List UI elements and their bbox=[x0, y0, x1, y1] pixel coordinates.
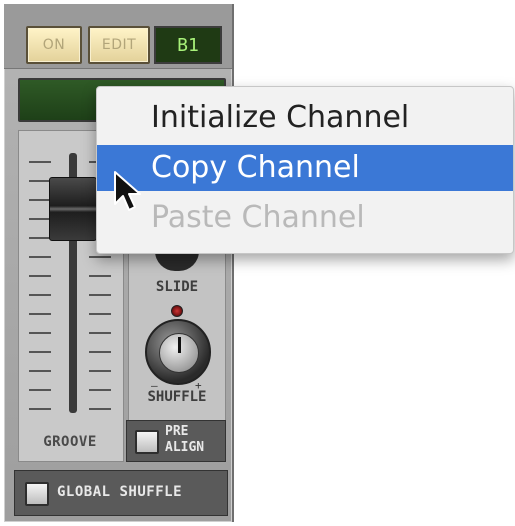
on-button[interactable]: ON bbox=[26, 26, 82, 64]
fader-tick bbox=[29, 294, 51, 296]
fader-tick bbox=[29, 237, 51, 239]
global-shuffle-toggle[interactable]: GLOBAL SHUFFLE bbox=[14, 470, 228, 516]
fader-tick bbox=[29, 218, 51, 220]
fader-tick bbox=[89, 351, 111, 353]
menu-item-copy-channel[interactable]: Copy Channel bbox=[97, 145, 513, 191]
fader-tick bbox=[29, 199, 51, 201]
fader-tick bbox=[29, 370, 51, 372]
fader-tick bbox=[89, 294, 111, 296]
pre-align-label: PRE ALIGN bbox=[165, 424, 205, 455]
shuffle-label: SHUFFLE bbox=[147, 389, 207, 405]
fader-tick bbox=[29, 180, 51, 182]
mouse-pointer-icon bbox=[114, 171, 141, 211]
knob-pointer bbox=[178, 337, 181, 353]
fader-tick bbox=[29, 161, 51, 163]
pre-align-checkbox[interactable] bbox=[135, 430, 159, 454]
fader-tick bbox=[89, 313, 111, 315]
fader-tick bbox=[29, 332, 51, 334]
edit-button[interactable]: EDIT bbox=[88, 26, 150, 64]
fader-tick bbox=[89, 408, 111, 410]
groove-label: GROOVE bbox=[43, 434, 97, 450]
fader-tick bbox=[29, 313, 51, 315]
groove-fader-handle[interactable] bbox=[49, 177, 97, 241]
fader-tick bbox=[29, 408, 51, 410]
global-shuffle-label: GLOBAL SHUFFLE bbox=[57, 484, 183, 500]
fader-tick bbox=[89, 389, 111, 391]
fader-tick bbox=[29, 256, 51, 258]
pre-align-toggle[interactable]: PRE ALIGN bbox=[126, 420, 226, 462]
shuffle-led-icon bbox=[171, 305, 183, 317]
fader-tick bbox=[89, 275, 111, 277]
fader-tick bbox=[89, 332, 111, 334]
slide-label: SLIDE bbox=[155, 279, 199, 295]
shuffle-knob[interactable] bbox=[145, 319, 211, 385]
context-menu: Initialize Channel Copy Channel Paste Ch… bbox=[96, 86, 514, 254]
global-shuffle-checkbox[interactable] bbox=[25, 482, 49, 506]
fader-tick bbox=[29, 351, 51, 353]
channel-id-display: B1 bbox=[154, 26, 222, 64]
fader-tick bbox=[89, 256, 111, 258]
slide-knob[interactable] bbox=[155, 251, 199, 271]
fader-tick bbox=[29, 275, 51, 277]
menu-item-initialize-channel[interactable]: Initialize Channel bbox=[97, 95, 513, 141]
fader-tick bbox=[89, 370, 111, 372]
channel-strip-panel: ON EDIT B1 GROOVE SLIDE – + SHUFFLE PRE … bbox=[4, 4, 234, 522]
fader-tick bbox=[29, 389, 51, 391]
channel-header: ON EDIT B1 bbox=[4, 4, 232, 69]
menu-item-paste-channel: Paste Channel bbox=[151, 200, 365, 235]
knob-cap bbox=[159, 333, 199, 373]
